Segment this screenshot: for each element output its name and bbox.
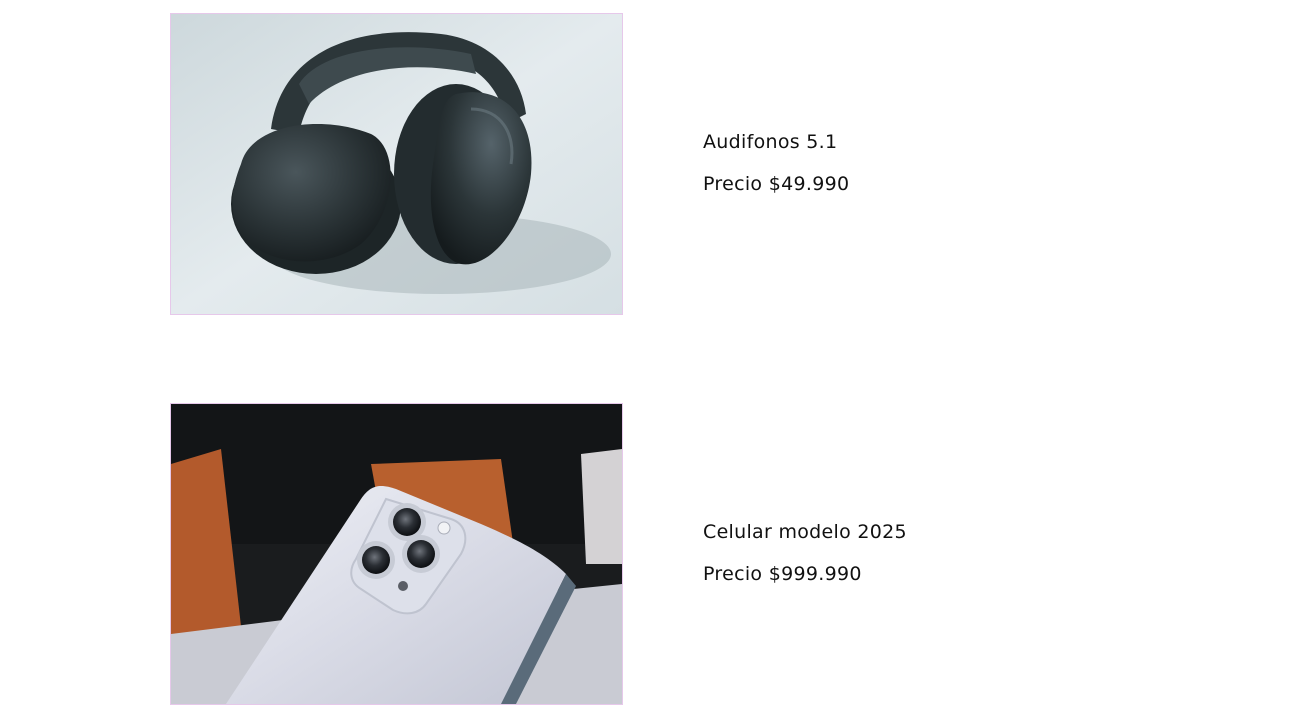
product-name[interactable]: Audifonos 5.1	[703, 131, 849, 153]
headphones-photo-icon	[171, 14, 622, 314]
product-price: Precio $49.990	[703, 173, 850, 195]
product-card: Audifonos 5.1 Precio $49.990	[170, 13, 1070, 315]
product-card: Celular modelo 2025 Precio $999.990	[170, 403, 1070, 705]
product-info: Celular modelo 2025 Precio $999.990	[703, 521, 907, 585]
product-list: Audifonos 5.1 Precio $49.990 Celular mod…	[0, 0, 1313, 717]
product-image-headphones[interactable]	[170, 13, 623, 315]
smartphone-photo-icon	[171, 404, 622, 704]
product-price: Precio $999.990	[703, 563, 862, 585]
product-info: Audifonos 5.1 Precio $49.990	[703, 131, 849, 195]
product-image-smartphone[interactable]	[170, 403, 623, 705]
product-name[interactable]: Celular modelo 2025	[703, 521, 907, 543]
